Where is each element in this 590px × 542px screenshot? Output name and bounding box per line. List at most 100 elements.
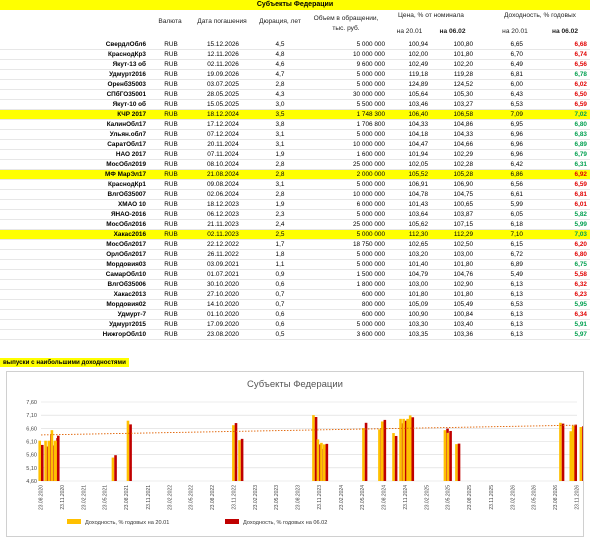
maturity-date-cell: 18.12.2023 (192, 199, 254, 211)
table-row[interactable]: ЯНАО-2016 RUB 06.12.2023 2,3 5 000 000 103,64… (0, 209, 590, 221)
duration-cell: 3,1 (254, 179, 306, 191)
bar-yield-2001 (238, 440, 241, 481)
bond-name-cell: КЧР 2017 (0, 109, 150, 121)
x-tick-label: 23.08.2023 (296, 485, 302, 510)
table-row[interactable]: ВлгОбЗ5006 RUB 30.10.2020 0,6 1 800 000 103,0… (0, 279, 590, 291)
maturity-date-cell: 23.08.2020 (192, 329, 254, 341)
table-row[interactable]: ХМАО 10 RUB 18.12.2023 1,9 6 000 000 101,43 10… (0, 199, 590, 211)
table-row[interactable]: МосОбл2016 RUB 21.11.2023 2,4 25 000 000 105,… (0, 219, 590, 231)
header-duration: Дюрация, лет (259, 18, 301, 25)
price-0602-cell: 103,40 (431, 319, 476, 331)
yield-chart-svg: Субъекты Федерации 4,60 5,10 5,60 6,10 6,60 7,… (26, 379, 585, 526)
price-2001-cell: 102,00 (388, 49, 431, 61)
bond-name-cell: ОренбЗ5003 (0, 79, 150, 91)
title-bar: Субъекты Федерации (0, 0, 590, 10)
table-row[interactable]: СамарОбл10 RUB 01.07.2021 0,9 1 500 000 104,7… (0, 269, 590, 281)
table-row[interactable]: КЧР 2017 RUB 18.12.2024 3,5 1 748 300 106,40 1… (0, 109, 590, 121)
maturity-date-cell: 02.11.2026 (192, 59, 254, 71)
spacer-cell (526, 139, 546, 151)
price-2001-cell: 101,43 (388, 199, 431, 211)
duration-cell: 1,1 (254, 259, 306, 271)
header-price: Цена, % от номинала (398, 12, 464, 19)
table-row[interactable]: МосОбл2019 RUB 08.10.2024 2,8 25 000 000 102,… (0, 159, 590, 171)
table-row[interactable]: КалинОбл17 RUB 17.12.2024 3,8 1 706 800 104,3… (0, 119, 590, 131)
highest-yield-note: выпуски с наибольшими доходностями (0, 358, 129, 367)
maturity-date-cell: 01.07.2021 (192, 269, 254, 281)
price-2001-cell: 101,80 (388, 289, 431, 301)
yield-2001-cell: 6,56 (476, 179, 526, 191)
yield-0602-cell: 6,23 (546, 289, 590, 301)
table-row[interactable]: ВлгОбЗ5007 RUB 02.06.2024 2,8 10 000 000 104,… (0, 189, 590, 201)
table-row[interactable]: НАО 2017 RUB 07.11.2024 1,9 1 600 000 101,94 1… (0, 149, 590, 161)
currency-cell: RUB (150, 279, 192, 291)
bond-name-cell: ОрлОбл2017 (0, 249, 150, 261)
bar-yield-2001 (312, 415, 315, 481)
table-row[interactable]: Удмурт2016 RUB 19.09.2026 4,7 5 000 000 119,1… (0, 69, 590, 81)
price-0602-cell: 105,49 (431, 299, 476, 311)
duration-cell: 0,9 (254, 269, 306, 281)
bar-yield-2001 (455, 444, 458, 481)
yield-0602-cell: 5,91 (546, 319, 590, 331)
table-row[interactable]: Мордовия03 RUB 03.09.2021 1,1 5 000 000 101,4… (0, 259, 590, 271)
spacer-cell (526, 299, 546, 311)
table-row[interactable]: МФ МарЭл17 RUB 21.08.2024 2,8 2 000 000 105,5… (0, 169, 590, 181)
x-tick-label: 23.05.2022 (188, 485, 194, 510)
yield-2001-cell: 6,65 (476, 40, 526, 51)
bond-name-cell: НАО 2017 (0, 149, 150, 161)
table-row[interactable]: КраснодКр3 RUB 12.11.2026 4,8 10 000 000 102,… (0, 49, 590, 61)
table-row[interactable]: Хакас2013 RUB 27.10.2020 0,7 600 000 101,80 10… (0, 289, 590, 301)
price-0602-cell: 124,52 (431, 79, 476, 91)
yield-0602-cell: 6,59 (546, 179, 590, 191)
bar-yield-2001 (579, 427, 583, 481)
table-row[interactable]: МосОбл2017 RUB 22.12.2022 1,7 18 750 000 102,… (0, 239, 590, 251)
yield-2001-cell: 6,05 (476, 209, 526, 221)
table-row[interactable]: Хакас2016 RUB 02.11.2023 2,5 5 000 000 112,30… (0, 229, 590, 241)
bar-yield-2001 (44, 440, 47, 481)
table-row[interactable]: Якут-10 об RUB 15.05.2025 3,0 5 500 000 103,4… (0, 99, 590, 111)
maturity-date-cell: 18.12.2024 (192, 109, 254, 121)
volume-cell: 1 706 800 (306, 119, 388, 131)
price-2001-cell: 100,94 (388, 40, 431, 51)
bar-yield-2001 (408, 415, 412, 481)
volume-cell: 5 000 000 (306, 259, 388, 271)
price-2001-cell: 103,00 (388, 279, 431, 291)
table-row[interactable]: НижгорОбл10 RUB 23.08.2020 0,5 3 600 000 103,… (0, 329, 590, 341)
table-row[interactable]: Мордовия02 RUB 14.10.2020 0,7 800 000 105,09 1… (0, 299, 590, 311)
bond-name-cell: КраснодКр3 (0, 49, 150, 61)
table-row[interactable]: Якут-13 об RUB 02.11.2026 4,6 9 600 000 102,4… (0, 59, 590, 71)
table-row[interactable]: Ульян.обл7 RUB 07.12.2024 3,1 5 000 000 104,1… (0, 129, 590, 141)
spacer-cell (526, 99, 546, 111)
price-2001-cell: 101,94 (388, 149, 431, 161)
yield-2001-cell: 6,81 (476, 69, 526, 81)
header-price-date1: на 20.01 (396, 28, 423, 35)
currency-cell: RUB (150, 169, 192, 181)
x-tick-label: 23.11.2021 (146, 485, 152, 510)
table-row[interactable]: ОренбЗ5003 RUB 03.07.2025 2,8 5 000 000 124,8… (0, 79, 590, 91)
maturity-date-cell: 01.10.2020 (192, 309, 254, 321)
x-tick-label: 23.02.2023 (253, 485, 259, 510)
price-2001-cell: 106,40 (388, 109, 431, 121)
duration-cell: 1,9 (254, 149, 306, 161)
maturity-date-cell: 07.11.2024 (192, 149, 254, 161)
maturity-date-cell: 15.05.2025 (192, 99, 254, 111)
table-row[interactable]: СвердлОбл6 RUB 15.12.2026 4,5 5 000 000 100,9… (0, 40, 590, 51)
table-row[interactable]: Удмурт-7 RUB 01.10.2020 0,6 600 000 100,90 100… (0, 309, 590, 321)
table-row[interactable]: Удмурт2015 RUB 17.09.2020 0,6 5 000 000 103,3… (0, 319, 590, 331)
yield-2001-cell: 6,18 (476, 219, 526, 231)
duration-cell: 1,9 (254, 199, 306, 211)
table-row[interactable]: СПбГО35001 RUB 28.05.2025 4,3 30 000 000 105,… (0, 89, 590, 101)
duration-cell: 0,6 (254, 319, 306, 331)
currency-cell: RUB (150, 249, 192, 261)
table-row[interactable]: СаратОбл17 RUB 20.11.2024 3,1 10 000 000 104,… (0, 139, 590, 151)
duration-cell: 0,7 (254, 289, 306, 301)
price-0602-cell: 107,15 (431, 219, 476, 231)
spacer-cell (526, 189, 546, 201)
yield-2001-cell: 6,13 (476, 319, 526, 331)
y-tick-label: 6,10 (26, 440, 37, 446)
table-row[interactable]: КраснодКр1 RUB 09.08.2024 3,1 5 000 000 106,9… (0, 179, 590, 191)
currency-cell: RUB (150, 129, 192, 141)
bond-name-cell: Удмурт-7 (0, 309, 150, 321)
price-0602-cell: 104,33 (431, 129, 476, 141)
yield-2001-cell: 6,96 (476, 129, 526, 141)
table-row[interactable]: ОрлОбл2017 RUB 26.11.2022 1,8 5 000 000 103,2… (0, 249, 590, 261)
